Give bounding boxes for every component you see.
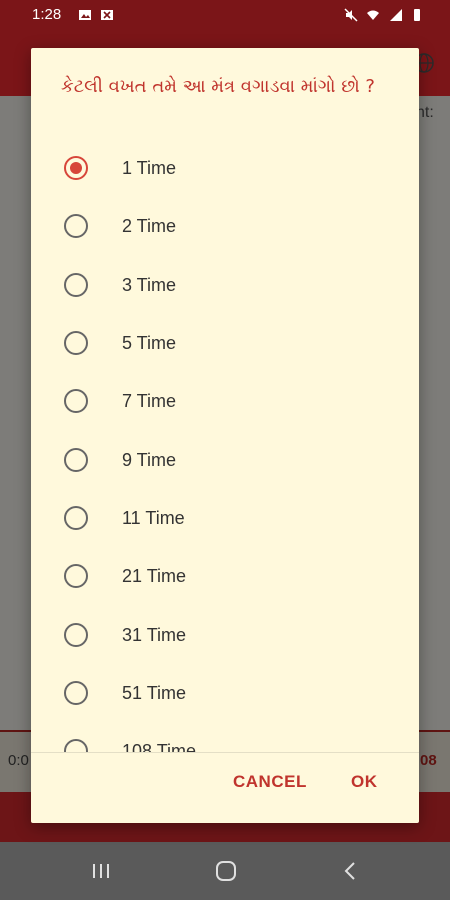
total-time-fragment: 08 bbox=[420, 752, 437, 769]
system-nav-bar bbox=[0, 842, 450, 900]
option-label: 7 Time bbox=[122, 391, 177, 411]
option-label: 21 Time bbox=[122, 566, 187, 586]
radio-button[interactable] bbox=[64, 389, 88, 413]
signal-icon bbox=[390, 9, 402, 21]
mute-icon bbox=[344, 8, 358, 22]
option-item[interactable]: 11 Time bbox=[31, 490, 419, 548]
recents-icon[interactable] bbox=[88, 858, 114, 884]
option-item[interactable]: 3 Time bbox=[31, 257, 419, 315]
option-label: 2 Time bbox=[122, 216, 177, 236]
wifi-icon bbox=[367, 10, 379, 20]
gallery-icon bbox=[79, 10, 91, 20]
radio-button[interactable] bbox=[64, 623, 88, 647]
option-item[interactable]: 1 Time bbox=[31, 140, 419, 198]
status-bar: 1:28 bbox=[0, 0, 450, 32]
dialog-title: કેટલી વખત તમે આ મંત્ર વગાડવા માંગો છો ? bbox=[61, 76, 375, 97]
option-item[interactable]: 5 Time bbox=[31, 315, 419, 373]
option-item[interactable]: 31 Time bbox=[31, 607, 419, 665]
radio-button[interactable] bbox=[64, 214, 88, 238]
option-label: 108 Time bbox=[122, 741, 197, 752]
cancel-button[interactable]: CANCEL bbox=[233, 772, 307, 792]
option-item[interactable]: 7 Time bbox=[31, 373, 419, 431]
ok-button[interactable]: OK bbox=[351, 772, 378, 792]
option-label: 51 Time bbox=[122, 683, 187, 703]
radio-button[interactable] bbox=[64, 448, 88, 472]
back-icon[interactable] bbox=[338, 858, 364, 884]
battery-icon bbox=[414, 9, 420, 21]
repeat-count-dialog: કેટલી વખત તમે આ મંત્ર વગાડવા માંગો છો ? … bbox=[31, 48, 419, 823]
radio-button[interactable] bbox=[64, 331, 88, 355]
option-item[interactable]: 108 Time bbox=[31, 723, 419, 752]
radio-button[interactable] bbox=[64, 739, 88, 752]
option-label: 11 Time bbox=[122, 508, 185, 528]
option-item[interactable]: 21 Time bbox=[31, 548, 419, 606]
radio-button[interactable] bbox=[64, 681, 88, 705]
option-label: 9 Time bbox=[122, 450, 177, 470]
option-item[interactable]: 2 Time bbox=[31, 198, 419, 256]
radio-button[interactable] bbox=[64, 273, 88, 297]
option-label: 31 Time bbox=[122, 625, 187, 645]
status-time: 1:28 bbox=[32, 6, 62, 23]
radio-button[interactable] bbox=[64, 506, 88, 530]
dialog-divider bbox=[31, 752, 419, 753]
option-label: 5 Time bbox=[122, 333, 177, 353]
radio-button[interactable] bbox=[64, 156, 88, 180]
x-notification-icon bbox=[101, 10, 113, 20]
options-list[interactable]: 1 Time 2 Time 3 Time 5 Time 7 Time 9 Tim… bbox=[31, 140, 419, 752]
option-label: 3 Time bbox=[122, 275, 177, 295]
radio-button[interactable] bbox=[64, 564, 88, 588]
option-item[interactable]: 51 Time bbox=[31, 665, 419, 723]
option-item[interactable]: 9 Time bbox=[31, 432, 419, 490]
option-label: 1 Time bbox=[122, 158, 177, 178]
home-icon[interactable] bbox=[213, 858, 239, 884]
elapsed-time-fragment: 0:0 bbox=[8, 752, 29, 769]
